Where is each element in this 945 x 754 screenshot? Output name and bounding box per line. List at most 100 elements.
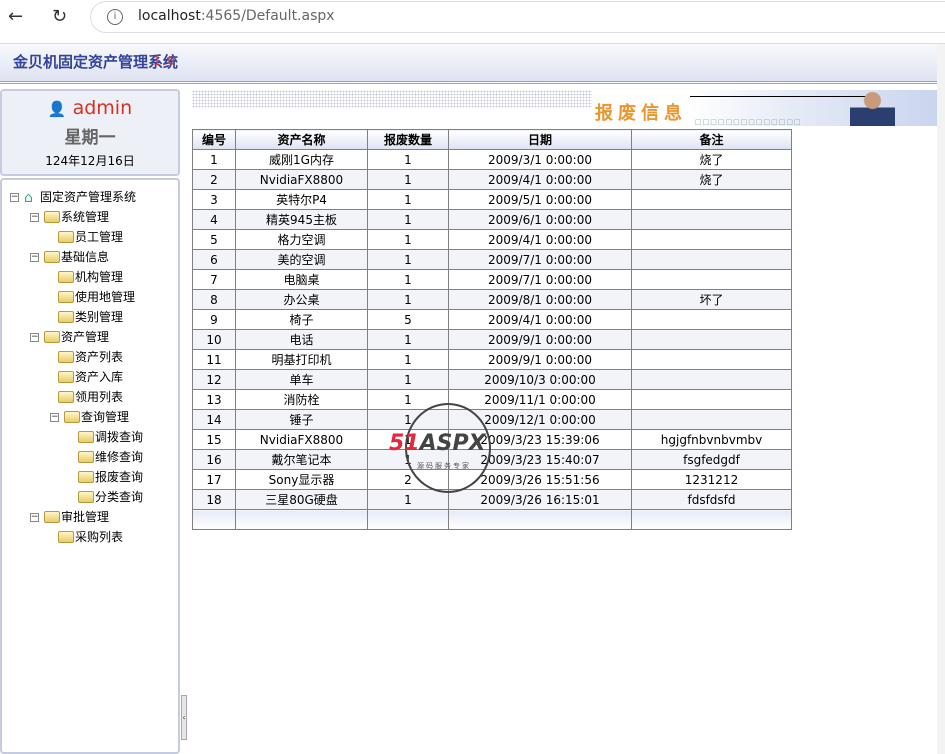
table-row: 12 单车 1 2009/10/3 0:00:00 <box>192 369 792 390</box>
tree-node-label[interactable]: 调拨查询 <box>95 428 143 446</box>
table-cell: 1 <box>367 289 449 310</box>
table-row: 15 NvidiaFX8800 1 2009/3/23 15:39:06 hgjgfnb… <box>192 429 792 450</box>
tree-node[interactable]: − 系统管理 <box>2 208 178 228</box>
collapse-toggle-icon[interactable]: − <box>30 213 39 222</box>
reload-icon[interactable]: ↻ <box>52 6 67 27</box>
table-cell: 办公桌 <box>235 289 368 310</box>
splitter-handle[interactable]: ‹ <box>181 695 187 740</box>
tree-node-label[interactable]: 基础信息 <box>61 248 109 266</box>
collapse-toggle-icon[interactable]: − <box>30 253 39 262</box>
collapse-toggle-icon[interactable]: − <box>10 193 19 202</box>
column-header: 报废数量 <box>367 129 449 150</box>
table-cell <box>367 509 449 530</box>
tree-node[interactable]: 采购列表 <box>2 528 178 548</box>
tree-node-label[interactable]: 系统管理 <box>61 208 109 226</box>
tree-node[interactable]: − 查询管理 <box>2 408 178 428</box>
table-cell: 2009/5/1 0:00:00 <box>448 189 632 210</box>
table-row: 4 精英945主板 1 2009/6/1 0:00:00 <box>192 209 792 230</box>
tree-node-label[interactable]: 类别管理 <box>75 308 123 326</box>
tree-node[interactable]: − 资产管理 <box>2 328 178 348</box>
table-cell: 格力空调 <box>235 229 368 250</box>
table-cell: 1 <box>367 329 449 350</box>
tree-node[interactable]: 调拨查询 <box>2 428 178 448</box>
table-cell: 1 <box>192 149 236 170</box>
tree-node[interactable]: − 审批管理 <box>2 508 178 528</box>
table-cell <box>631 389 792 410</box>
nav-tree: − ⌂ 固定资产管理系统 − 系统管理 员工管理 − 基础信息 机构管理 使用地管理 类别管理 − 资产… <box>0 178 180 754</box>
table-cell: 三星80G硬盘 <box>235 489 368 510</box>
table-cell: 2009/6/1 0:00:00 <box>448 209 632 230</box>
table-cell: 1 <box>367 169 449 190</box>
tree-node-label[interactable]: 资产管理 <box>61 328 109 346</box>
tree-node[interactable]: 机构管理 <box>2 268 178 288</box>
back-icon[interactable]: ← <box>8 6 23 27</box>
table-cell <box>631 309 792 330</box>
folder-icon <box>44 211 60 223</box>
folder-icon <box>78 471 94 483</box>
table-cell: 美的空调 <box>235 249 368 270</box>
table-cell: 1 <box>367 349 449 370</box>
table-cell <box>631 369 792 390</box>
collapse-toggle-icon[interactable]: − <box>30 513 39 522</box>
tree-node-label[interactable]: 使用地管理 <box>75 288 135 306</box>
tree-node[interactable]: 资产入库 <box>2 368 178 388</box>
tree-node-label[interactable]: 领用列表 <box>75 388 123 406</box>
tree-node-label[interactable]: 固定资产管理系统 <box>40 188 136 206</box>
table-cell: 1 <box>367 209 449 230</box>
tree-node-label[interactable]: 资产入库 <box>75 368 123 386</box>
table-cell: 1231212 <box>631 469 792 490</box>
table-cell: 1 <box>367 189 449 210</box>
tree-node[interactable]: 维修查询 <box>2 448 178 468</box>
column-header: 日期 <box>448 129 632 150</box>
weekday: 星期一 <box>64 128 116 148</box>
folder-icon <box>58 351 74 363</box>
table-cell: 17 <box>192 469 236 490</box>
table-cell: 英特尔P4 <box>235 189 368 210</box>
table-cell <box>448 509 632 530</box>
column-header: 备注 <box>631 129 792 150</box>
info-icon[interactable]: i <box>107 9 123 25</box>
tree-node[interactable]: 类别管理 <box>2 308 178 328</box>
tree-node-label[interactable]: 查询管理 <box>81 408 129 426</box>
vertical-scrollbar[interactable] <box>937 44 945 754</box>
tree-node-label[interactable]: 采购列表 <box>75 528 123 546</box>
table-row: 5 格力空调 1 2009/4/1 0:00:00 <box>192 229 792 250</box>
tree-node[interactable]: − ⌂ 固定资产管理系统 <box>2 188 178 208</box>
tree-node-label[interactable]: 资产列表 <box>75 348 123 366</box>
tree-node-label[interactable]: 审批管理 <box>61 508 109 526</box>
table-row: 16 戴尔笔记本 1 2009/3/23 15:40:07 fsgfedgdf <box>192 449 792 470</box>
header-banner-image: □□□□□□□□□□□□□□ <box>690 90 940 126</box>
table-cell: 精英945主板 <box>235 209 368 230</box>
tree-node-label[interactable]: 员工管理 <box>75 228 123 246</box>
table-cell: 4 <box>192 209 236 230</box>
folder-icon <box>58 271 74 283</box>
tree-node-label[interactable]: 分类查询 <box>95 488 143 506</box>
tree-node[interactable]: 报废查询 <box>2 468 178 488</box>
table-cell: 5 <box>192 229 236 250</box>
table-cell: 明基打印机 <box>235 349 368 370</box>
table-cell: 11 <box>192 349 236 370</box>
table-cell: 2009/3/26 16:15:01 <box>448 489 632 510</box>
browser-toolbar: ← ↻ i localhost:4565/Default.aspx <box>0 0 945 44</box>
table-cell <box>631 249 792 270</box>
tree-node[interactable]: 资产列表 <box>2 348 178 368</box>
tree-node[interactable]: 领用列表 <box>2 388 178 408</box>
tree-node-label[interactable]: 机构管理 <box>75 268 123 286</box>
tree-node-label[interactable]: 报废查询 <box>95 468 143 486</box>
tree-node[interactable]: 员工管理 <box>2 228 178 248</box>
table-row: 14 锤子 1 2009/12/1 0:00:00 <box>192 409 792 430</box>
collapse-toggle-icon[interactable]: − <box>30 333 39 342</box>
table-cell: 2009/8/1 0:00:00 <box>448 289 632 310</box>
table-cell: 2009/7/1 0:00:00 <box>448 269 632 290</box>
collapse-toggle-icon[interactable]: − <box>50 413 59 422</box>
tree-node-label[interactable]: 维修查询 <box>95 448 143 466</box>
table-cell <box>631 409 792 430</box>
tree-node[interactable]: 使用地管理 <box>2 288 178 308</box>
folder-icon <box>78 451 94 463</box>
tree-node[interactable]: 分类查询 <box>2 488 178 508</box>
person-photo <box>850 92 895 126</box>
table-cell: 2009/4/1 0:00:00 <box>448 169 632 190</box>
table-cell: 烧了 <box>631 149 792 170</box>
address-bar[interactable]: i localhost:4565/Default.aspx <box>90 1 945 33</box>
tree-node[interactable]: − 基础信息 <box>2 248 178 268</box>
